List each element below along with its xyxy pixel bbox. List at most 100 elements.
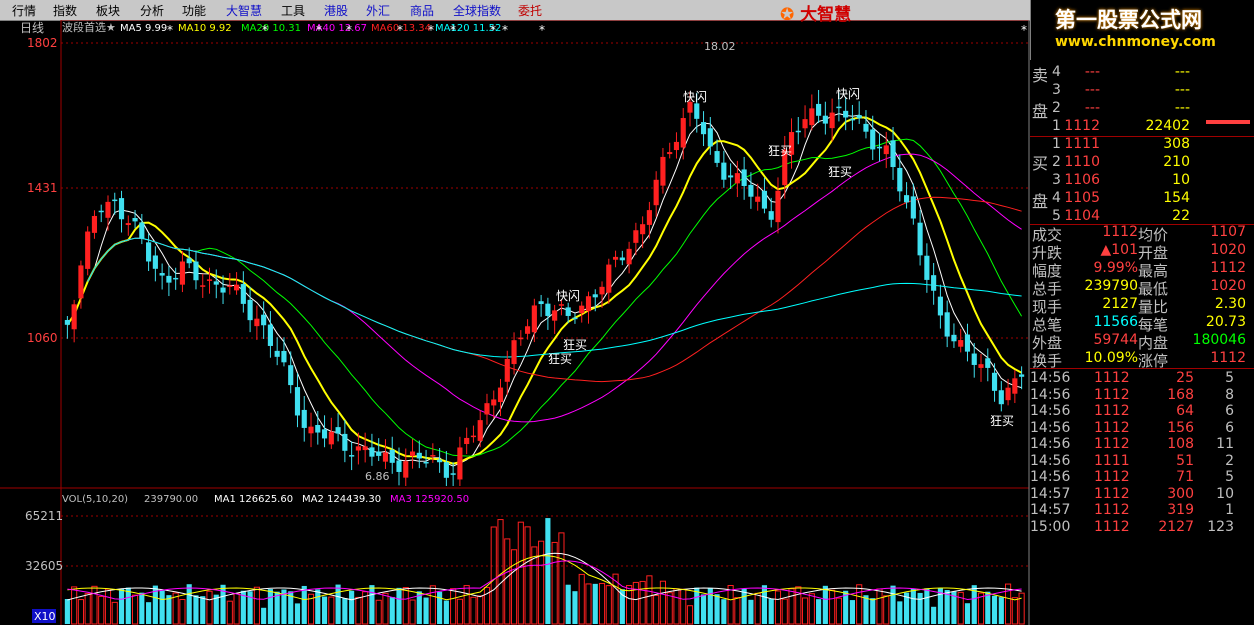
candle-body	[761, 190, 768, 209]
candle-body	[511, 340, 517, 365]
volume-bar	[592, 583, 598, 624]
candle-body	[653, 179, 659, 206]
ma-line-3	[87, 153, 1022, 423]
menu-item-6[interactable]: 工具	[281, 2, 305, 19]
candle-body	[1019, 374, 1025, 377]
buy-price: 1106	[1064, 172, 1100, 188]
menu-item-8[interactable]: 外汇	[366, 2, 390, 19]
ma-line-0	[66, 113, 1022, 467]
kline-chart[interactable]: 日线 波段首选★ MA5 9.99 MA10 9.92 MA20 10.31 MA40 1…	[0, 20, 1030, 625]
menu-item-1[interactable]: 指数	[53, 2, 77, 19]
trade-count: 11	[1216, 436, 1234, 452]
candle-body	[193, 261, 199, 281]
candle-body	[545, 303, 551, 316]
volume-bar	[572, 591, 578, 624]
stat-value-2: 20.73	[1205, 314, 1246, 330]
quote-panel: 卖盘 4 --- --- 3 --- --- 2 --- --- 1 1112 22402 买盘 1 1111…	[1030, 60, 1254, 625]
trade-count: 5	[1225, 370, 1234, 386]
volume-bar	[788, 588, 795, 625]
sell-price: 1112	[1064, 118, 1100, 134]
candle-body	[985, 358, 991, 368]
vol-ma-line	[67, 555, 1022, 601]
candle-body	[423, 461, 429, 464]
volume-bar	[917, 592, 923, 624]
candle-body	[430, 455, 436, 457]
menu-item-9[interactable]: 商品	[410, 2, 434, 19]
candle-body	[497, 387, 504, 403]
candle-body	[931, 275, 937, 291]
stat-value: ▲101	[1100, 242, 1139, 258]
trade-time: 14:57	[1030, 485, 1071, 502]
candle-body	[680, 118, 686, 148]
candle-body	[464, 437, 470, 445]
trade-count: 6	[1225, 403, 1234, 419]
volume-bar	[301, 585, 307, 624]
vol-legend-0: VOL(5,10,20)	[62, 494, 128, 505]
volume-bar	[247, 591, 253, 624]
mark-dot-5: *	[428, 23, 434, 37]
candle-body	[836, 106, 842, 109]
candle-body	[457, 447, 463, 480]
volume-bar	[808, 593, 815, 625]
buy-volume: 308	[1163, 136, 1190, 152]
candle-body	[646, 210, 652, 225]
trade-price: 1112	[1094, 485, 1130, 502]
candle-body	[809, 108, 815, 126]
menu-item-0[interactable]: 行情	[12, 2, 36, 19]
candle-body	[71, 304, 77, 330]
volume-bar	[139, 592, 145, 624]
volume-bar	[91, 585, 98, 625]
menu-item-11[interactable]: 委托	[518, 2, 542, 19]
candle-body	[802, 119, 808, 129]
volume-bar	[517, 521, 524, 625]
menu-item-5[interactable]: 大智慧	[226, 2, 262, 19]
volume-bar	[863, 595, 869, 624]
candle-body	[234, 284, 240, 291]
candle-body	[518, 337, 524, 340]
candle-body	[870, 129, 876, 150]
candle-body	[998, 390, 1004, 405]
volume-bar	[741, 588, 747, 624]
candle-body	[579, 305, 585, 314]
volume-bar	[267, 589, 273, 624]
menu-item-10[interactable]: 全球指数	[453, 2, 501, 19]
volume-bar	[781, 598, 788, 625]
candle-body	[254, 318, 260, 327]
candle-body	[376, 451, 382, 456]
volume-bar	[1018, 592, 1025, 625]
candle-body	[396, 460, 402, 472]
candle-body	[903, 195, 910, 203]
candle-body	[700, 122, 707, 135]
stat-value-2: 1107	[1210, 224, 1246, 240]
candle-body	[883, 145, 889, 155]
volume-bar	[166, 595, 172, 624]
menu-item-2[interactable]: 板块	[96, 2, 120, 19]
candle-body	[267, 324, 273, 346]
buy-price: 1111	[1064, 136, 1100, 152]
volume-bar	[714, 594, 720, 624]
candle-body	[619, 257, 625, 261]
candle-body	[876, 146, 883, 149]
trade-time: 15:00	[1030, 518, 1071, 535]
signal-0: 快闪	[556, 289, 580, 303]
buy-level: 2	[1052, 154, 1061, 170]
candle-body	[633, 230, 639, 243]
sell-price: ---	[1084, 64, 1100, 80]
candle-body	[288, 365, 294, 386]
stat-value: 1112	[1102, 224, 1138, 240]
menu-item-4[interactable]: 功能	[182, 2, 206, 19]
menu-item-3[interactable]: 分析	[140, 2, 164, 19]
candle-body	[409, 451, 416, 457]
volume-bar	[104, 588, 112, 625]
menu-item-7[interactable]: 港股	[324, 2, 348, 19]
candle-body	[355, 446, 361, 451]
volume-bar	[605, 585, 612, 625]
buy-price: 1105	[1064, 190, 1100, 206]
stat-value: 59744	[1093, 332, 1138, 348]
candle-body	[335, 427, 341, 434]
volume-bar	[315, 589, 321, 624]
volume-bar	[1011, 597, 1018, 625]
volume-bar	[816, 599, 822, 624]
volume-bar	[294, 603, 301, 624]
trade-price: 1112	[1094, 469, 1130, 485]
